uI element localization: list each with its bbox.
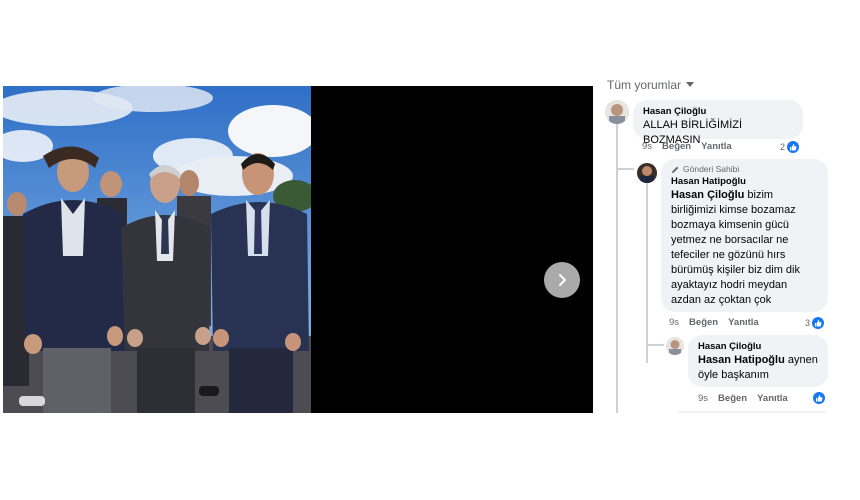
like-button[interactable]: Beğen [689, 317, 718, 329]
photo-illustration [3, 86, 311, 413]
reaction-count[interactable] [813, 392, 825, 404]
comment-actions: 9s Beğen Yanıtla [698, 393, 788, 405]
reaction-count[interactable]: 2 [780, 141, 800, 153]
reply-thread-line [646, 183, 648, 363]
comment-author[interactable]: Hasan Çiloğlu [698, 341, 818, 353]
all-comments-label: Tüm yorumlar [607, 78, 682, 92]
reaction-number: 2 [780, 142, 786, 152]
comment-body: bizim birliğimizi kimse bozamaz bozmaya … [671, 189, 800, 306]
avatar[interactable] [637, 163, 657, 183]
reaction-number: 3 [805, 318, 811, 328]
comment-bubble: Hasan Çiloğlu ALLAH BİRLİĞİMİZİ BOZMASIN [633, 100, 803, 146]
like-reaction-icon [813, 392, 825, 404]
thread-connector [616, 168, 634, 170]
comment-time[interactable]: 9s [642, 141, 652, 153]
like-reaction-icon [787, 141, 800, 153]
user-avatar-icon [605, 100, 629, 124]
like-button[interactable]: Beğen [662, 141, 691, 153]
comment-actions: 9s Beğen Yanıtla [669, 317, 759, 329]
user-avatar-icon [637, 163, 657, 183]
comments-panel: Tüm yorumlar Hasan Çiloğlu ALLAH BİRLİĞİ… [597, 78, 860, 413]
reaction-count[interactable]: 3 [805, 317, 825, 329]
avatar[interactable] [605, 100, 629, 124]
chevron-right-icon [559, 274, 566, 286]
comment-time[interactable]: 9s [669, 317, 679, 329]
reply-button[interactable]: Yanıtla [701, 141, 732, 153]
thread-line [616, 123, 618, 413]
comment-time[interactable]: 9s [698, 393, 708, 405]
avatar[interactable] [666, 337, 684, 355]
reply-button[interactable]: Yanıtla [757, 393, 788, 405]
like-reaction-icon [812, 317, 825, 329]
caret-down-icon [686, 82, 695, 87]
reply-button[interactable]: Yanıtla [728, 317, 759, 329]
mention-link[interactable]: Hasan Hatipoğlu [698, 354, 785, 366]
user-avatar-icon [666, 337, 684, 355]
reply-bubble: Hasan Çiloğlu Hasan Hatipoğlu aynen öyle… [688, 335, 828, 387]
owner-badge-label: Gönderi Sahibi [683, 164, 740, 174]
photo-viewer [3, 86, 593, 413]
comment-author[interactable]: Hasan Hatipoğlu [671, 176, 818, 188]
reply-bubble: Gönderi Sahibi Hasan Hatipoğlu Hasan Çil… [661, 159, 828, 312]
comment-author[interactable]: Hasan Çiloğlu [643, 106, 793, 118]
mention-link[interactable]: Hasan Çiloğlu [671, 189, 744, 201]
all-comments-filter[interactable]: Tüm yorumlar [607, 78, 695, 92]
next-photo-button[interactable] [544, 262, 580, 298]
comment-actions: 9s Beğen Yanıtla [642, 141, 732, 153]
comment-text: Hasan Hatipoğlu aynen öyle başkanım [698, 353, 818, 383]
post-photo[interactable] [3, 86, 311, 413]
comment-text: Hasan Çiloğlu bizim birliğimizi kimse bo… [671, 188, 818, 308]
pencil-icon [672, 166, 679, 173]
like-button[interactable]: Beğen [718, 393, 747, 405]
post-owner-badge: Gönderi Sahibi [671, 164, 818, 175]
reply-connector [646, 344, 664, 346]
next-comment-preview [677, 411, 827, 413]
